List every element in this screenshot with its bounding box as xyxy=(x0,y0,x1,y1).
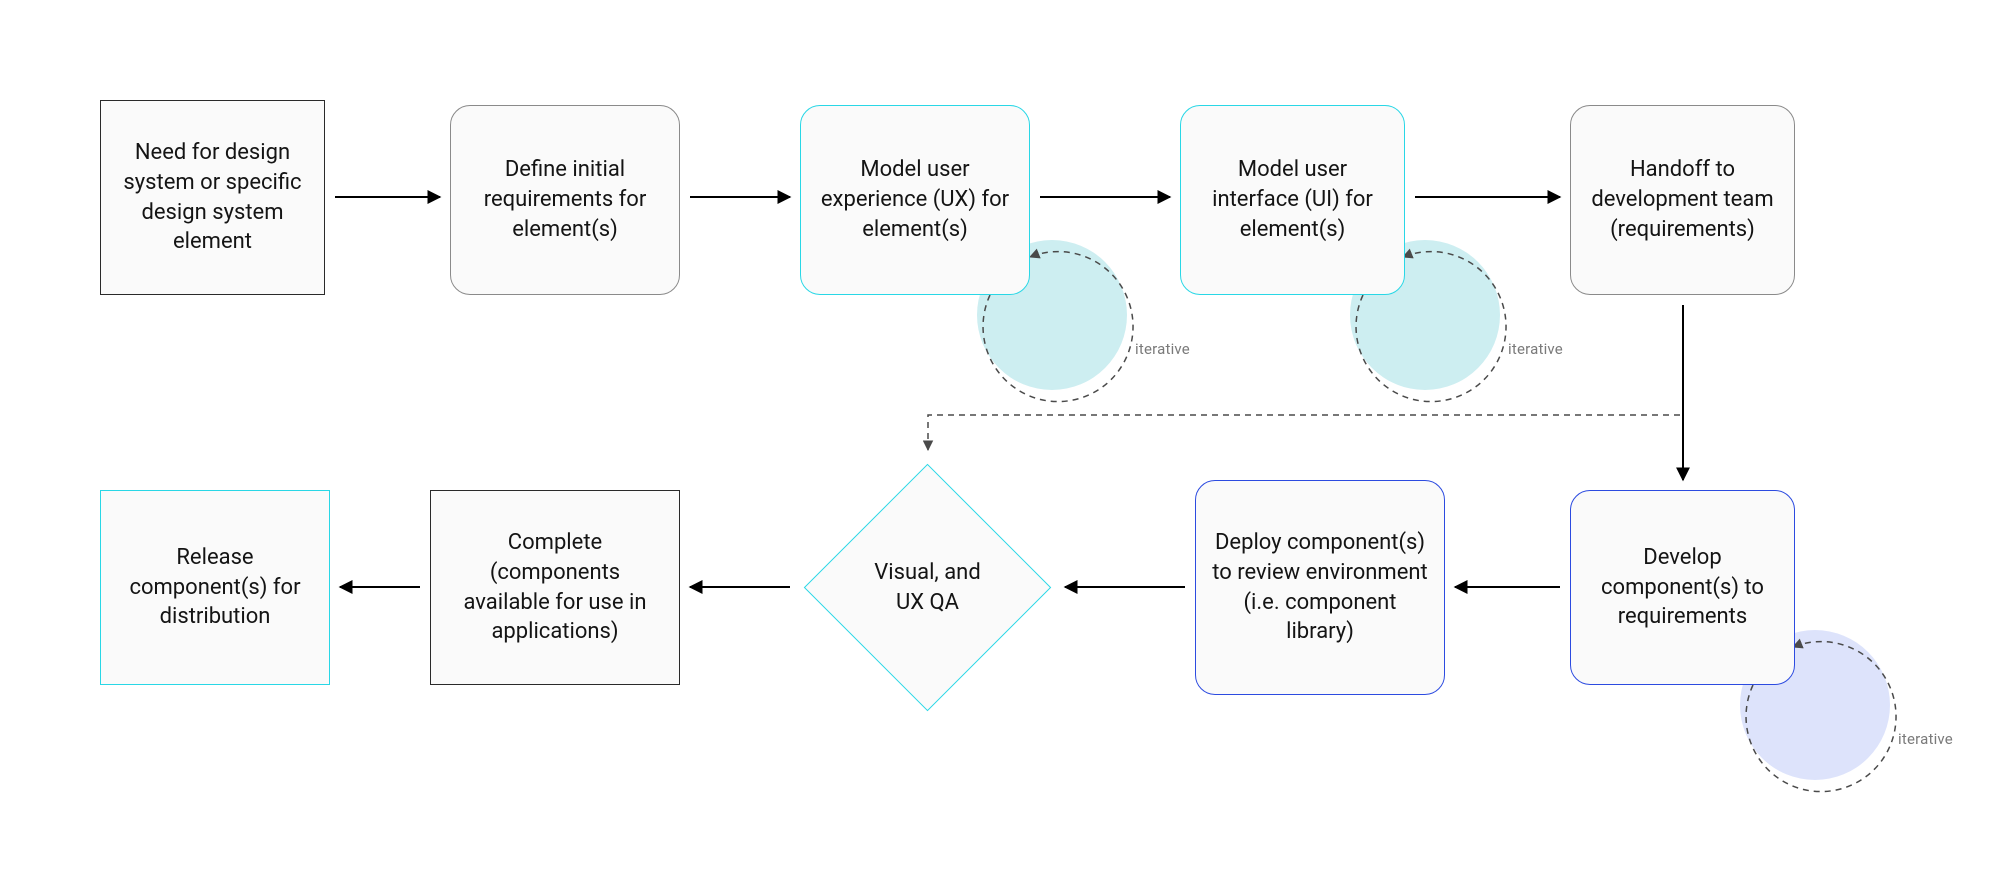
node-define: Define initial requirements for element(… xyxy=(450,105,680,295)
node-deploy-label: Deploy component(s) to review environmen… xyxy=(1212,528,1428,647)
iterative-label-ux: iterative xyxy=(1135,340,1190,358)
node-qa: Visual, and UX QA xyxy=(840,500,1015,675)
node-handoff-label: Handoff to development team (requirement… xyxy=(1587,155,1778,244)
iterative-label-develop: iterative xyxy=(1898,730,1953,748)
node-ui: Model user interface (UI) for element(s) xyxy=(1180,105,1405,295)
flowchart-canvas: Need for design system or specific desig… xyxy=(0,0,2000,885)
node-need: Need for design system or specific desig… xyxy=(100,100,325,295)
node-release: Release component(s) for distribution xyxy=(100,490,330,685)
node-release-label: Release component(s) for distribution xyxy=(117,543,313,632)
edge-qa-feedback xyxy=(928,415,1683,450)
node-ux-label: Model user experience (UX) for element(s… xyxy=(817,155,1013,244)
node-complete: Complete (components available for use i… xyxy=(430,490,680,685)
node-define-label: Define initial requirements for element(… xyxy=(467,155,663,244)
node-ui-label: Model user interface (UI) for element(s) xyxy=(1197,155,1388,244)
node-deploy: Deploy component(s) to review environmen… xyxy=(1195,480,1445,695)
node-complete-label: Complete (components available for use i… xyxy=(447,528,663,647)
node-ux: Model user experience (UX) for element(s… xyxy=(800,105,1030,295)
node-handoff: Handoff to development team (requirement… xyxy=(1570,105,1795,295)
node-develop-label: Develop component(s) to requirements xyxy=(1587,543,1778,632)
node-qa-label: Visual, and UX QA xyxy=(840,558,1015,617)
iterative-label-ui: iterative xyxy=(1508,340,1563,358)
node-develop: Develop component(s) to requirements xyxy=(1570,490,1795,685)
node-need-label: Need for design system or specific desig… xyxy=(117,138,308,257)
